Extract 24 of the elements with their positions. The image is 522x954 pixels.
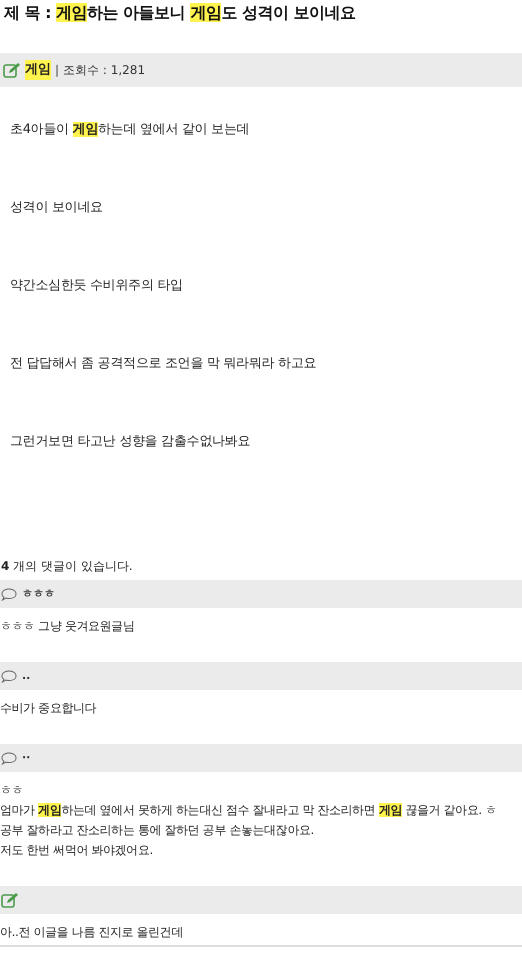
edit-icon	[1, 892, 19, 908]
post-paragraph: 성격이 보이네요	[10, 199, 104, 217]
comment-text: ㅎㅎ	[0, 782, 24, 799]
comment-author: ㅎㅎㅎ	[22, 586, 55, 602]
speech-bubble-icon	[1, 670, 17, 682]
comment-author: ··	[22, 750, 30, 766]
comment-text: 수비가 중요합니다	[0, 700, 98, 717]
speech-bubble-icon	[1, 588, 17, 600]
speech-bubble-icon	[1, 752, 17, 764]
comment-text: 아..전 이글을 나름 진지로 올린건데	[0, 924, 184, 941]
comment-text: 저도 한번 써먹어 봐야겠어요.	[0, 842, 154, 859]
edit-icon	[3, 62, 21, 78]
post-paragraph: 약간소심한듯 수비위주의 타입	[10, 277, 184, 295]
post-paragraph: 전 답답해서 좀 공격적으로 조언을 막 뭐라뭐라 하고요	[10, 355, 318, 373]
comment-count: 4 개의 댓글이 있습니다.	[0, 558, 134, 575]
comment-text: ㅎㅎㅎ 그냥 웃겨요원글님	[0, 618, 136, 635]
comment-text: 엄마가 게임하는데 옆에서 못하게 하는대신 점수 잘내라고 막 잔소리하면 게임 끊을거 같아요. ㅎ	[0, 802, 498, 819]
separator: |	[55, 62, 60, 79]
post-paragraph: 그런거보면 타고난 성향을 감출수없나봐요	[10, 433, 252, 451]
comment-text: 공부 잘하라고 잔소리하는 통에 잘하던 공부 손놓는대잖아요.	[0, 822, 315, 839]
view-count: 조회수 : 1,281	[63, 62, 146, 79]
post-title: 제 목 : 게임하는 아들보니 게임도 성격이 보이네요	[2, 2, 356, 24]
comment-author: ..	[22, 668, 30, 684]
category-label: 게임	[25, 60, 51, 80]
